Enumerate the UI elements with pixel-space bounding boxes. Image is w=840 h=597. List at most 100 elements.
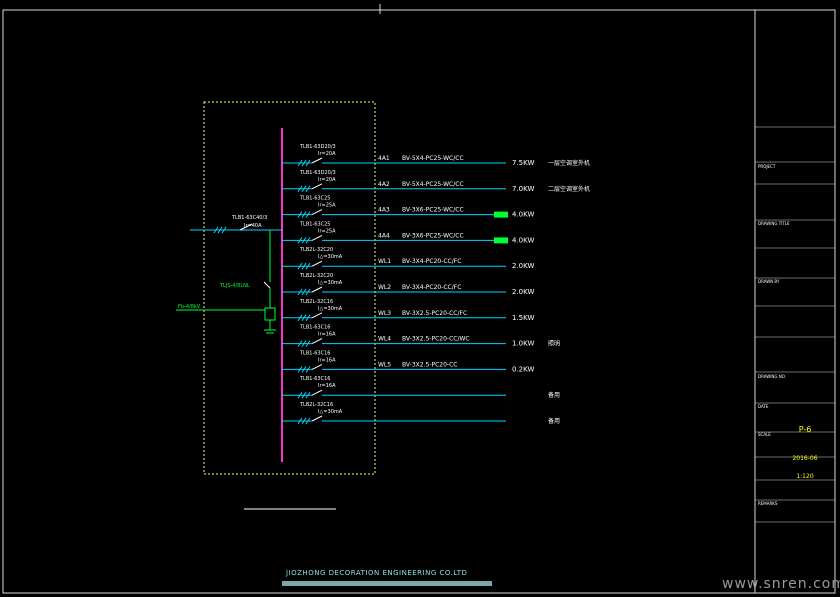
circuit-power: 1.0KW xyxy=(512,340,534,348)
breaker-model: TLB2L-32C20 xyxy=(299,273,333,279)
breaker-rating: I△=30mA xyxy=(318,280,343,286)
breaker-model: TLB1-63C16 xyxy=(299,350,330,356)
cable-spec: BV-3X2.5-PC20-CC xyxy=(402,361,457,368)
breaker-model: TLB1-63C16 xyxy=(299,376,330,382)
load-name: 照明 xyxy=(548,341,560,348)
load-marker xyxy=(494,211,508,218)
footer-bar xyxy=(282,581,492,586)
breaker-rating: Ir=20A xyxy=(318,151,336,157)
breaker-symbol xyxy=(311,183,323,190)
circuit-code: WL3 xyxy=(378,310,391,317)
surge-model: Fb-4/8kV xyxy=(178,304,201,310)
main-breaker-model: TLB1-63C40/3 xyxy=(231,215,267,221)
breaker-model: TLB1-63D20/3 xyxy=(299,170,336,176)
circuit-power: 1.5KW xyxy=(512,314,534,322)
breaker-model: TLB2L-32C16 xyxy=(299,402,333,408)
title-block: PROJECT DRAWING TITLE DRAWN BY DRAWING NO. D… xyxy=(755,126,835,523)
drawing-date: 2016-06 xyxy=(792,455,817,462)
circuit-8: TLB1-63C16Ir=16A WL4 BV-3X2.5-PC20-CC/WC 1.… xyxy=(282,325,560,348)
watermark: www.snren.com xyxy=(722,576,840,592)
cable-spec: BV-3X6-PC25-WC/CC xyxy=(402,207,464,214)
breaker-rating: Ir=25A xyxy=(318,228,336,234)
cable-spec: BV-5X4-PC25-WC/CC xyxy=(402,155,464,162)
circuit-power: 4.0KW xyxy=(512,211,534,219)
breaker-symbol xyxy=(311,209,323,216)
breaker-symbol xyxy=(311,312,323,319)
breaker-model: TLB1-63C25 xyxy=(299,221,330,227)
breaker-model: TLB1-63D20/3 xyxy=(299,144,336,150)
circuit-code: 4A1 xyxy=(378,155,390,162)
breaker-rating: I△=30mA xyxy=(318,306,343,312)
circuit-1: TLB1-63D20/3Ir=20A 4A1 BV-5X4-PC25-WC/CC 7.… xyxy=(282,144,590,167)
cable-spec: BV-3X2.5-PC20-CC/WC xyxy=(402,336,470,343)
circuit-3: TLB1-63C25Ir=25A 4A3 BV-3X6-PC25-WC/CC 4.0K… xyxy=(282,196,534,219)
breaker-model: TLB2L-32C20 xyxy=(299,247,333,253)
breaker-rating: Ir=20A xyxy=(318,177,336,183)
breaker-rating: I△=30mA xyxy=(318,409,343,415)
circuit-11: TLB2L-32C16I△=30mA 备用 xyxy=(282,402,560,425)
breaker-symbol xyxy=(311,415,323,422)
cable-spec: BV-3X4-PC20-CC/FC xyxy=(402,284,461,291)
circuit-6: TLB2L-32C20I△=30mA WL2 BV-3X4-PC20-CC/FC 2.… xyxy=(282,273,534,296)
circuit-code: WL4 xyxy=(378,336,391,343)
company-name: JIOZHONG DECORATION ENGINEERING CO.LTD xyxy=(286,569,468,577)
cable-spec: BV-3X4-PC20-CC/FC xyxy=(402,258,461,265)
circuit-10: TLB1-63C16Ir=16A 备用 xyxy=(282,376,560,399)
breaker-symbol xyxy=(311,157,323,164)
surge-protector: TLJS-4/8LNL Fb-4/8kV xyxy=(176,230,276,334)
circuit-7: TLB2L-32C16I△=30mA WL3 BV-3X2.5-PC20-CC/FC… xyxy=(282,299,534,322)
circuit-code: WL2 xyxy=(378,284,391,291)
circuit-code: 4A3 xyxy=(378,207,390,214)
circuit-code: 4A4 xyxy=(378,232,390,239)
breaker-symbol xyxy=(311,286,323,293)
circuit-power: 2.0KW xyxy=(512,262,534,270)
breaker-symbol xyxy=(311,234,323,241)
drawing-canvas: TLB1-63C40/3 Ir=40A TLJS-4/8LNL Fb-4/8kV… xyxy=(2,4,836,594)
surge-label: TLJS-4/8LNL xyxy=(219,283,250,289)
drawing-scale: 1:120 xyxy=(796,473,813,480)
drawing-frame xyxy=(2,9,836,594)
title-field-label: PROJECT xyxy=(758,164,776,169)
load-marker xyxy=(494,237,508,244)
load-name: 备用 xyxy=(548,391,560,399)
breaker-symbol xyxy=(311,338,323,345)
cable-spec: BV-5X4-PC25-WC/CC xyxy=(402,181,464,188)
breaker-rating: I△=30mA xyxy=(318,254,343,260)
load-name: 一层空调室外机 xyxy=(548,159,590,167)
circuit-5: TLB2L-32C20I△=30mA WL1 BV-3X4-PC20-CC/FC 2.… xyxy=(282,247,534,270)
cable-spec: BV-3X6-PC25-WC/CC xyxy=(402,232,464,239)
circuit-power: 2.0KW xyxy=(512,288,534,296)
title-field-label: DRAWN BY xyxy=(758,279,780,284)
main-breaker-rating: Ir=40A xyxy=(244,223,262,229)
circuit-code: WL5 xyxy=(378,361,391,368)
circuit-code: WL1 xyxy=(378,258,391,265)
circuit-2: TLB1-63D20/3Ir=20A 4A2 BV-5X4-PC25-WC/CC 7.… xyxy=(282,170,590,193)
breaker-rating: Ir=16A xyxy=(318,357,336,363)
title-field-label: DATE xyxy=(758,404,769,409)
breaker-symbol xyxy=(311,389,323,396)
circuit-power: 7.0KW xyxy=(512,185,534,193)
breaker-rating: Ir=25A xyxy=(318,203,336,209)
drawing-number: P-6 xyxy=(799,425,812,434)
breaker-model: TLB1-63C25 xyxy=(299,196,330,202)
breaker-rating: Ir=16A xyxy=(318,383,336,389)
circuit-4: TLB1-63C25Ir=25A 4A4 BV-3X6-PC25-WC/CC 4.0K… xyxy=(282,221,534,244)
outgoing-circuits: TLB1-63D20/3Ir=20A4A1 BV-5X4-PC25-WC/CC7.… xyxy=(282,144,590,425)
circuit-power: 4.0KW xyxy=(512,236,534,244)
cable-spec: BV-3X2.5-PC20-CC/FC xyxy=(402,310,467,317)
breaker-model: TLB2L-32C16 xyxy=(299,299,333,305)
title-field-label: REMARKS xyxy=(758,501,778,506)
breaker-rating: Ir=16A xyxy=(318,332,336,338)
title-field-label: DRAWING NO. xyxy=(758,374,786,379)
load-name: 二层空调室外机 xyxy=(548,185,590,193)
title-field-label: SCALE xyxy=(758,432,771,437)
circuit-power: 7.5KW xyxy=(512,159,534,167)
circuit-code: 4A2 xyxy=(378,181,390,188)
breaker-symbol xyxy=(311,260,323,267)
breaker-symbol xyxy=(311,363,323,370)
circuit-power: 0.2KW xyxy=(512,365,534,373)
circuit-9: TLB1-63C16Ir=16A WL5 BV-3X2.5-PC20-CC 0.2KW xyxy=(282,350,534,373)
title-field-label: DRAWING TITLE xyxy=(758,221,790,226)
breaker-model: TLB1-63C16 xyxy=(299,325,330,331)
load-name: 备用 xyxy=(548,417,560,425)
